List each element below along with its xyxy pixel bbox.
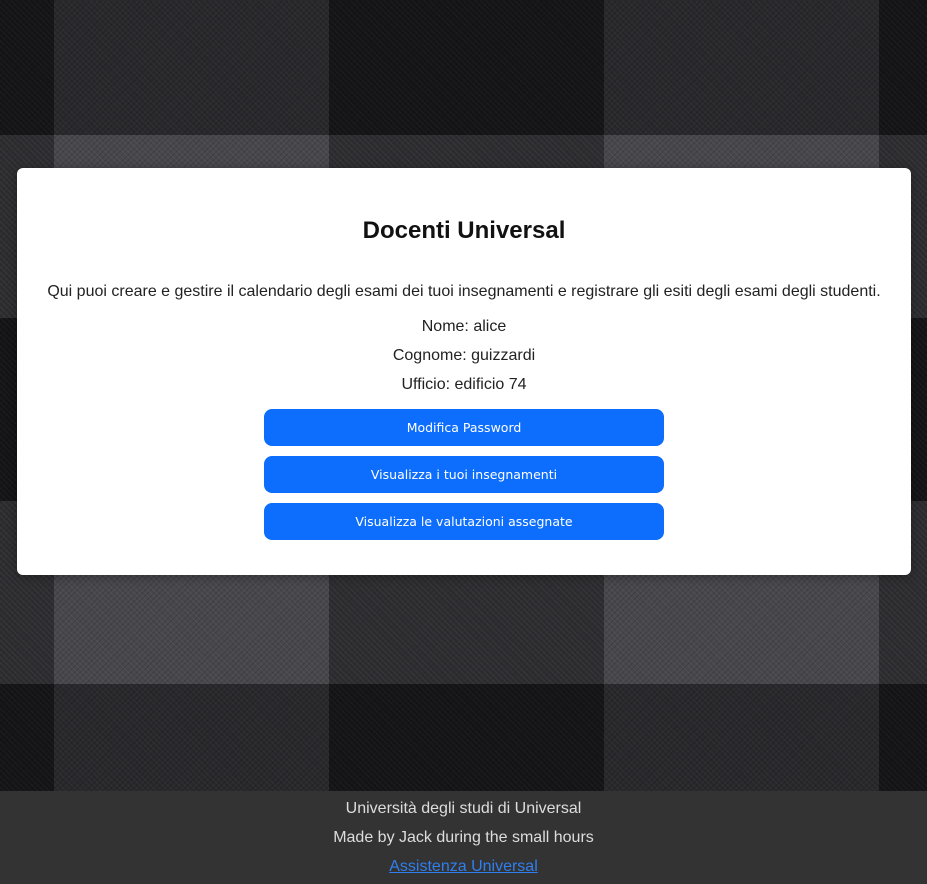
- page-title: Docenti Universal: [362, 217, 566, 244]
- view-grades-button[interactable]: Visualizza le valutazioni assegnate: [264, 503, 664, 540]
- teacher-office: Ufficio: edificio 74: [401, 376, 527, 393]
- teacher-surname: Cognome: guizzardi: [392, 347, 536, 364]
- support-link[interactable]: Assistenza Universal: [389, 858, 538, 875]
- footer-credits: Made by Jack during the small hours: [333, 829, 594, 846]
- teacher-name: Nome: alice: [421, 318, 507, 335]
- change-password-button[interactable]: Modifica Password: [264, 409, 664, 446]
- view-courses-button[interactable]: Visualizza i tuoi insegnamenti: [264, 456, 664, 493]
- background-band: [0, 684, 927, 791]
- footer-university: Università degli studi di Universal: [345, 800, 582, 817]
- footer: Università degli studi di Universal Made…: [0, 791, 927, 884]
- intro-text: Qui puoi creare e gestire il calendario …: [47, 283, 881, 300]
- background-band: [0, 0, 927, 135]
- profile-card: Docenti Universal Qui puoi creare e gest…: [17, 168, 911, 575]
